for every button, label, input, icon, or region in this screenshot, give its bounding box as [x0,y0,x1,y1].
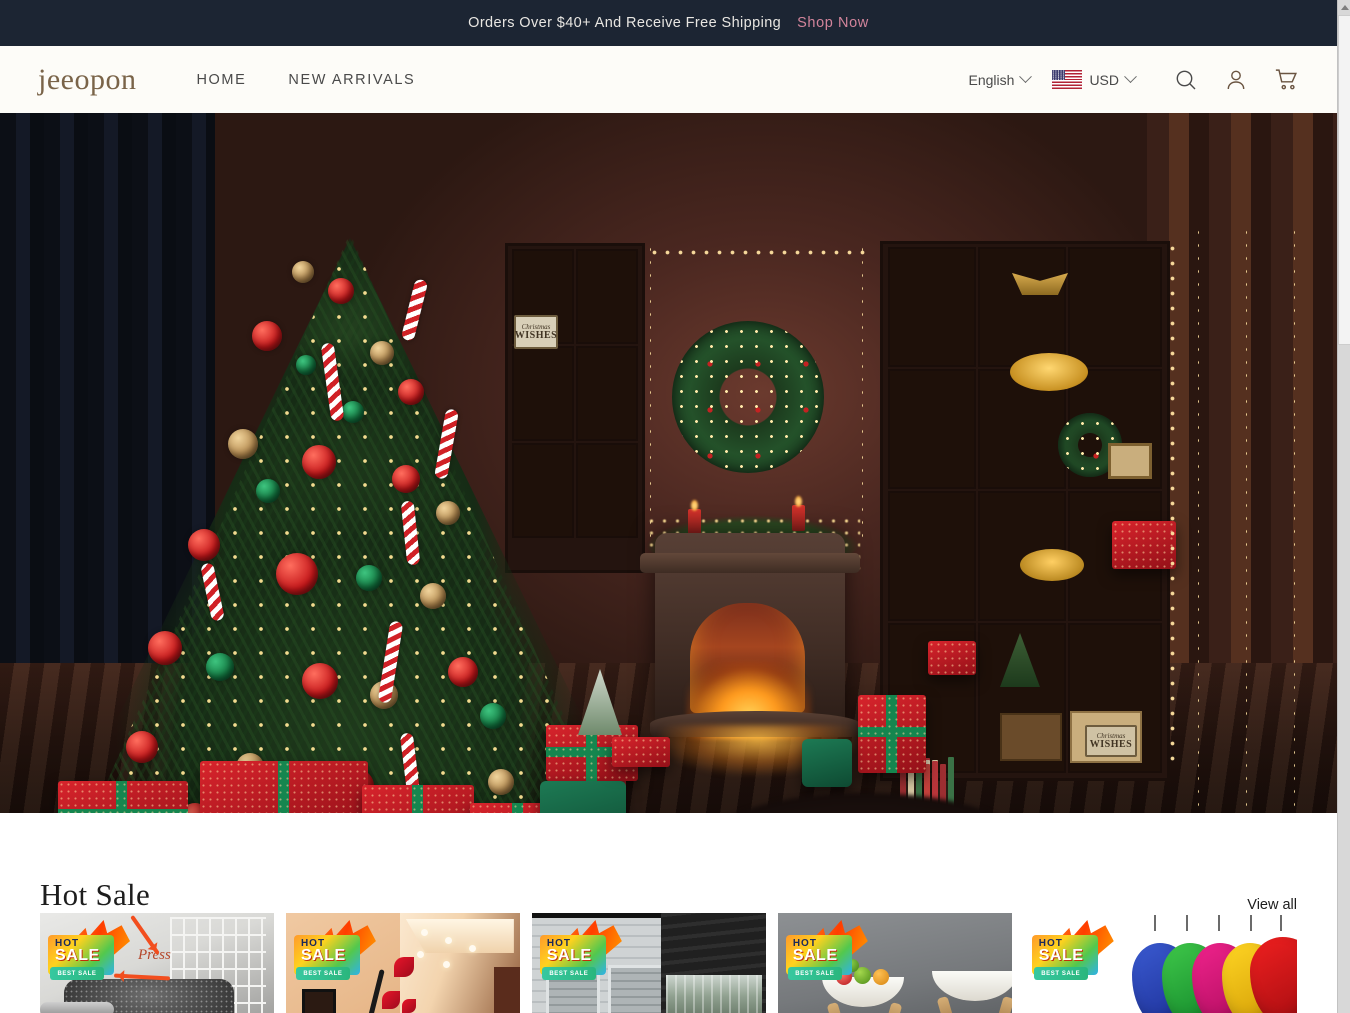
site-header: jeeopon HOME NEW ARRIVALS English USD [0,46,1337,113]
chevron-down-icon [1019,70,1033,84]
hot-sale-section: Hot Sale View all Press HOT SALE [0,813,1337,1013]
badge-ribbon-text: BEST SALE [787,967,842,980]
product-card-fruit-bowl[interactable]: HOT SALE BEST SALE [777,913,1012,1013]
nav-item-home[interactable]: HOME [196,72,246,88]
badge-sale-text: SALE [792,947,838,964]
badge-sale-text: SALE [546,947,592,964]
nav-item-new-arrivals[interactable]: NEW ARRIVALS [288,72,415,88]
product-card-list: Press HOT SALE BEST SALE [40,913,1297,1013]
page-scrollbar[interactable] [1337,0,1350,1013]
header-actions: English USD [969,55,1311,105]
hot-sale-badge: HOT SALE BEST SALE [293,920,376,983]
badge-sale-text: SALE [1038,947,1084,964]
page-root: Orders Over $40+ And Receive Free Shippi… [0,0,1337,1013]
product-card-wall-decor[interactable]: HOT SALE BEST SALE [285,913,520,1013]
search-icon [1176,70,1196,89]
badge-ribbon-text: BEST SALE [1033,967,1088,980]
chevron-down-icon [1124,70,1137,84]
account-icon [1227,70,1245,89]
currency-label: USD [1089,71,1119,88]
hero-banner[interactable]: Christmas WISHES Christmas WISHES [0,113,1337,813]
badge-sale-text: SALE [300,947,346,964]
shop-now-link[interactable]: Shop Now [797,15,869,31]
section-title: Hot Sale [40,877,151,912]
wreath-decoration [672,321,824,473]
hot-sale-badge: HOT SALE BEST SALE [1031,920,1114,983]
product-card-colorful-seat[interactable]: S HOT SALE BEST SALE [1023,913,1297,1013]
hot-sale-badge: HOT SALE BEST SALE [48,920,130,983]
search-button[interactable] [1161,55,1211,105]
badge-ribbon-text: BEST SALE [50,967,104,980]
badge-ribbon-text: BEST SALE [295,967,350,980]
language-label: English [968,71,1015,88]
badge-sale-text: SALE [55,947,100,964]
site-logo[interactable]: jeeopon [38,64,136,95]
scroll-up-button[interactable] [1338,0,1350,15]
cart-icon [1275,69,1297,90]
scrollbar-thumb[interactable] [1338,15,1350,345]
cart-button[interactable] [1261,55,1311,105]
hero-image: Christmas WISHES Christmas WISHES [0,113,1337,813]
view-all-link[interactable]: View all [1247,897,1297,913]
us-flag-icon [1052,70,1083,89]
announcement-message: Orders Over $40+ And Receive Free Shippi… [468,15,782,31]
hot-sale-badge: HOT SALE BEST SALE [539,920,622,983]
section-header: Hot Sale View all [40,813,1297,913]
currency-selector[interactable]: USD [1052,70,1137,89]
announcement-bar: Orders Over $40+ And Receive Free Shippi… [0,0,1337,46]
sign2-line-2: WISHES [1089,738,1133,750]
hot-sale-badge: HOT SALE BEST SALE [785,920,868,983]
language-selector[interactable]: English [968,70,1033,88]
main-navigation: HOME NEW ARRIVALS [196,72,415,88]
product-card-kitchen-sink[interactable]: Press HOT SALE BEST SALE [40,913,274,1013]
account-button[interactable] [1211,55,1261,105]
badge-ribbon-text: BEST SALE [541,967,596,980]
christmas-wishes-sign-2: Christmas WISHES [1085,725,1137,757]
product-card-window-blinds[interactable]: HOT SALE BEST SALE [531,913,766,1013]
